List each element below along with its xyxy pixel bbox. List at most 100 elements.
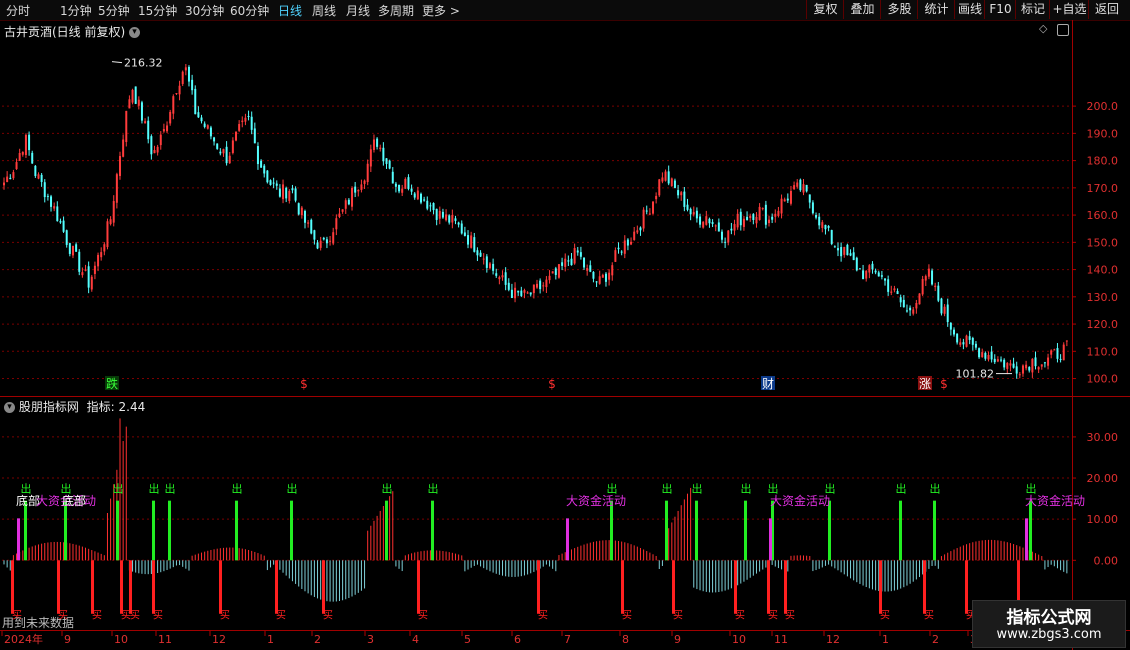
candle-body (369, 149, 372, 167)
sell-signal-label: 出 (692, 481, 703, 495)
indicator-bar (846, 560, 848, 577)
indicator-bar (862, 560, 864, 586)
settings-circle-icon[interactable]: ▾ (4, 402, 15, 413)
indicator-bar (179, 560, 181, 566)
candle-body (93, 265, 96, 274)
candle-body (401, 188, 404, 193)
candle-body (614, 250, 617, 262)
indicator-bar (260, 554, 262, 561)
candle-body (965, 335, 968, 347)
candle-body (216, 143, 219, 149)
indicator-bar (329, 560, 331, 602)
candle-body (394, 183, 397, 187)
candle-body (902, 299, 905, 308)
indicator-bar (552, 560, 554, 569)
event-marker: $ (300, 377, 308, 391)
indicator-bar (1013, 544, 1015, 561)
indicator-bar (859, 560, 861, 584)
stock-chart[interactable]: 200.0190.0180.0170.0160.0150.0140.0130.0… (0, 0, 1130, 650)
indicator-bar (580, 545, 582, 561)
candle-body (203, 123, 206, 127)
indicator-bar (727, 560, 729, 590)
price-tick-label: 150.0 (1087, 236, 1119, 249)
time-tick-label: 6 (514, 633, 521, 646)
candle-body (382, 147, 385, 162)
candle-body (742, 218, 745, 227)
candle-body (1037, 367, 1040, 370)
buy-signal-label: 买 (768, 610, 778, 622)
candle-body (868, 265, 871, 273)
indicator-bar (884, 560, 886, 592)
candle-body (137, 99, 140, 106)
price-tick-label: 160.0 (1087, 209, 1119, 222)
indicator-bar (699, 560, 701, 591)
indicator-bar (442, 551, 444, 561)
time-tick-label: 1 (882, 633, 889, 646)
candle-body (206, 125, 209, 129)
chevron-down-icon[interactable]: ▾ (129, 27, 141, 38)
indicator-bar (135, 560, 137, 573)
indicator-bar (765, 560, 767, 568)
indicator-bar (3, 560, 5, 565)
candle-body (62, 220, 65, 232)
candle-body (858, 268, 861, 270)
time-tick-label: 9 (674, 633, 681, 646)
diamond-icon[interactable]: ◇ (1039, 22, 1047, 35)
sell-signal-bar (899, 500, 902, 561)
time-tick-label: 11 (158, 633, 172, 646)
candle-body (708, 218, 711, 224)
candle-body (1065, 340, 1068, 342)
indicator-bar (335, 560, 337, 602)
indicator-bar (367, 530, 369, 561)
sell-signal-bar (168, 500, 171, 561)
candle-body (1040, 364, 1043, 367)
buy-signal-bar (417, 560, 420, 614)
candle-body (749, 215, 752, 219)
indicator-bar (244, 549, 246, 561)
buy-signal-label: 买 (673, 610, 683, 622)
candle-body (526, 292, 529, 294)
candle-body (601, 274, 604, 278)
event-marker: $ (548, 377, 556, 391)
candle-body (611, 265, 614, 276)
indicator-bar (915, 560, 917, 580)
buy-signal-label: 买 (735, 610, 745, 622)
candle-body (90, 276, 93, 290)
candle-body (768, 219, 771, 224)
price-tick-label: 200.0 (1087, 100, 1119, 113)
indicator-bar (348, 560, 350, 599)
panel-toggle-icon[interactable] (1057, 24, 1069, 36)
indicator-bar (288, 560, 290, 579)
indicator-bar (238, 548, 240, 561)
indicator-bar (398, 560, 400, 569)
buy-signal-bar (923, 560, 926, 614)
indicator-tick-label: 0.00 (1094, 554, 1119, 567)
candle-body (376, 138, 379, 147)
candle-body (542, 285, 545, 287)
candle-body (162, 129, 165, 132)
indicator-bar (16, 553, 18, 561)
candle-body (50, 196, 53, 207)
indicator-bar (1047, 560, 1049, 568)
candle-body (780, 198, 783, 214)
candle-body (802, 184, 805, 193)
candle-body (786, 198, 789, 201)
candle-body (81, 272, 84, 276)
candle-body (551, 271, 554, 274)
indicator-bar (702, 560, 704, 592)
indicator-bar (423, 550, 425, 561)
candle-body (65, 230, 68, 245)
candle-body (1015, 366, 1018, 374)
candle-body (962, 342, 965, 345)
indicator-bar (966, 544, 968, 561)
indicator-bar (919, 560, 921, 578)
indicator-bar (31, 546, 33, 561)
time-tick-label: 10 (732, 633, 746, 646)
indicator-bar (382, 506, 384, 561)
candle-body (1031, 358, 1034, 373)
indicator-bar (599, 540, 601, 561)
indicator-bar (517, 560, 519, 577)
candle-body (37, 174, 40, 179)
event-marker: 跌 (106, 376, 118, 391)
candle-body (231, 140, 234, 153)
